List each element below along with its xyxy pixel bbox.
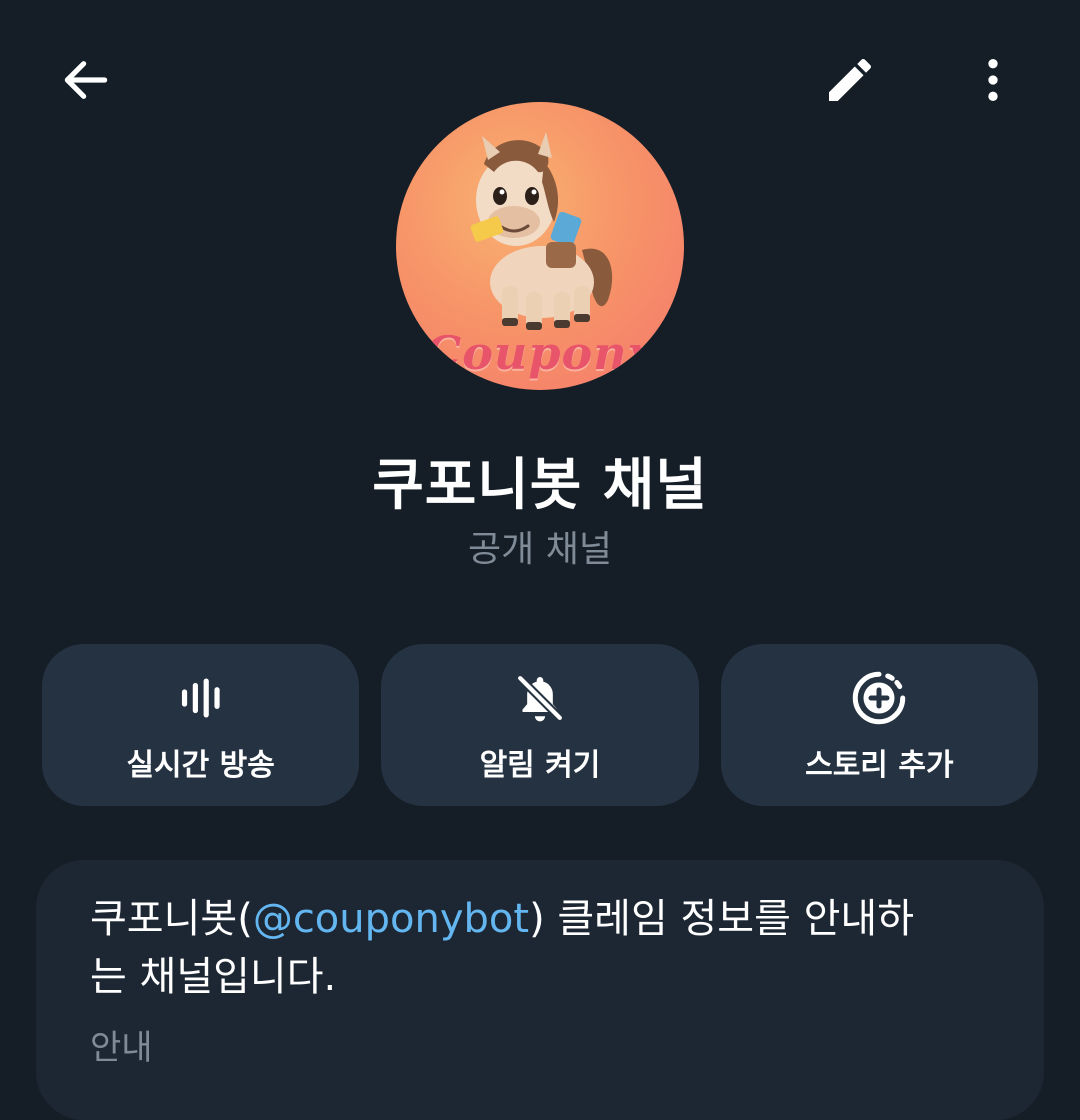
action-row: 실시간 방송 알림 켜기 스토리 추가 — [42, 644, 1038, 806]
pencil-icon — [829, 58, 872, 101]
notifications-on-label: 알림 켜기 — [479, 748, 601, 783]
channel-name: 쿠포니봇 채널 — [372, 453, 708, 518]
live-stream-label: 실시간 방송 — [126, 748, 275, 783]
more-menu-button[interactable] — [945, 32, 1041, 128]
bell-off-icon — [517, 675, 563, 722]
add-story-button[interactable]: 스토리 추가 — [720, 644, 1038, 806]
arrow-left-icon — [64, 61, 108, 99]
back-button[interactable] — [38, 32, 134, 128]
info-section-label: 안내 — [90, 1028, 153, 1068]
description-prefix: 쿠포니봇( — [90, 896, 253, 942]
notifications-on-button[interactable]: 알림 켜기 — [381, 644, 699, 806]
add-story-label: 스토리 추가 — [805, 748, 954, 783]
bot-mention-link[interactable]: @couponybot — [253, 896, 529, 942]
channel-info-card: 쿠포니봇(@couponybot) 클레임 정보를 안내하는 채널입니다. 안내 — [36, 860, 1044, 1120]
live-stream-button[interactable]: 실시간 방송 — [42, 644, 360, 806]
channel-avatar[interactable]: Coupony — [396, 102, 684, 390]
edit-button[interactable] — [802, 32, 898, 128]
live-stream-icon — [181, 678, 220, 718]
channel-description: 쿠포니봇(@couponybot) 클레임 정보를 안내하는 채널입니다. — [90, 890, 950, 1006]
more-vertical-icon — [988, 59, 998, 101]
channel-type: 공개 채널 — [468, 529, 612, 570]
avatar-brand-text: Coupony — [424, 326, 656, 380]
add-story-icon — [853, 671, 906, 725]
